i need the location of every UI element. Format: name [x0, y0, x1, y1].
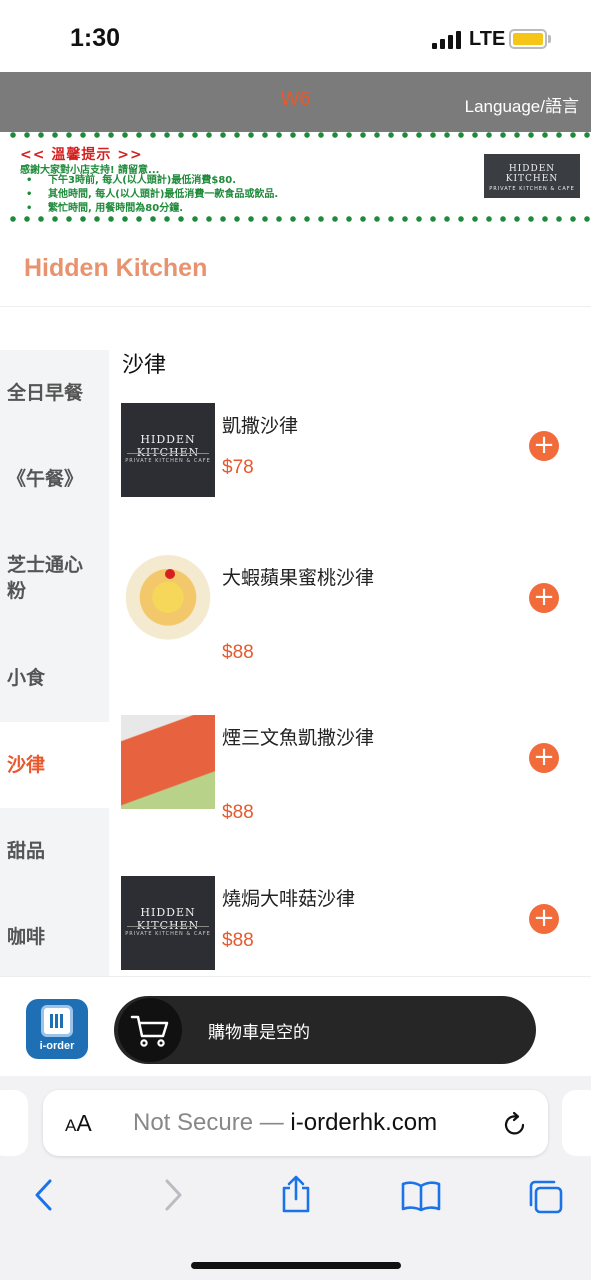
qr-icon [41, 1005, 73, 1037]
item-price: $88 [222, 802, 254, 823]
text-size-button[interactable]: AA [65, 1110, 92, 1137]
item-image[interactable]: HIDDEN KITCHEN PRIVATE KITCHEN & CAFE [121, 876, 215, 970]
cart-bar[interactable]: 購物車是空的 [114, 996, 536, 1064]
plus-icon: + [533, 903, 555, 933]
restaurant-name: Hidden Kitchen [24, 254, 208, 282]
cart-icon [130, 1015, 169, 1047]
divider [0, 306, 591, 307]
category-coffee[interactable]: 咖啡 [0, 924, 109, 950]
share-icon[interactable] [279, 1174, 313, 1214]
plus-icon: + [533, 742, 555, 772]
next-tab-preview[interactable] [562, 1090, 591, 1156]
notice-list: 下午3時前, 每人(以人頭計)最低消費$80. 其他時間, 每人(以人頭計)最低… [26, 174, 278, 216]
add-item-button[interactable]: + [529, 431, 559, 461]
previous-tab-preview[interactable] [0, 1090, 28, 1156]
url-text[interactable]: Not Secure — i-orderhk.com [133, 1109, 437, 1137]
category-mac-cheese[interactable]: 芝士通心粉 [0, 552, 100, 604]
item-name[interactable]: 燒焗大啡菇沙律 [222, 883, 382, 915]
item-price: $88 [222, 930, 254, 951]
network-type: LTE [469, 28, 506, 50]
item-image[interactable] [121, 555, 215, 649]
cart-button[interactable] [118, 998, 182, 1062]
tabs-icon[interactable] [527, 1179, 565, 1215]
add-item-button[interactable]: + [529, 904, 559, 934]
category-lunch[interactable]: 《午餐》 [0, 466, 109, 492]
plus-icon: + [533, 430, 555, 460]
item-price: $78 [222, 457, 254, 478]
cart-status-text: 購物車是空的 [208, 1023, 310, 1043]
address-bar[interactable]: AA Not Secure — i-orderhk.com [43, 1090, 548, 1156]
status-time: 1:30 [70, 24, 121, 52]
category-sidebar: 全日早餐 《午餐》 芝士通心粉 小食 沙律 甜品 咖啡 [0, 350, 109, 976]
banner-logo: HIDDEN KITCHEN PRIVATE KITCHEN & CAFE [484, 154, 580, 198]
notice-banner: << 溫馨提示 >> 感謝大家對小店支持! 請留意... 下午3時前, 每人(以… [6, 132, 591, 224]
back-icon[interactable] [32, 1178, 56, 1212]
forward-icon[interactable] [161, 1178, 185, 1212]
dotted-border [6, 132, 591, 138]
category-dessert[interactable]: 甜品 [0, 838, 109, 864]
item-price: $88 [222, 642, 254, 663]
notice-item: 下午3時前, 每人(以人頭計)最低消費$80. [26, 174, 278, 188]
status-bar: 1:30 LTE [0, 0, 591, 72]
battery-icon [509, 29, 547, 49]
bookmarks-icon[interactable] [401, 1180, 441, 1212]
plus-icon: + [533, 582, 555, 612]
notice-item: 其他時間, 每人(以人頭計)最低消費一款食品或飲品. [26, 188, 278, 202]
category-snacks[interactable]: 小食 [0, 665, 109, 691]
reload-icon[interactable] [501, 1110, 529, 1138]
item-name[interactable]: 煙三文魚凱撒沙律 [222, 722, 382, 754]
language-button[interactable]: Language/語言 [465, 92, 579, 117]
item-name[interactable]: 凱撒沙律 [222, 410, 382, 442]
browser-toolbar: AA Not Secure — i-orderhk.com [0, 1076, 591, 1280]
i-order-logo[interactable]: i-order [26, 999, 88, 1059]
item-image[interactable] [121, 715, 215, 809]
item-name[interactable]: 大蝦蘋果蜜桃沙律 [222, 562, 382, 594]
dotted-border [6, 216, 591, 222]
add-item-button[interactable]: + [529, 743, 559, 773]
item-image[interactable]: HIDDEN KITCHEN PRIVATE KITCHEN & CAFE [121, 403, 215, 497]
category-salad[interactable]: 沙律 [0, 722, 109, 808]
cart-area: i-order 購物車是空的 [0, 976, 591, 1076]
section-title: 沙律 [122, 353, 167, 378]
add-item-button[interactable]: + [529, 583, 559, 613]
signal-icon [432, 31, 462, 49]
app-header: W6 Language/語言 [0, 72, 591, 132]
home-indicator[interactable] [191, 1262, 401, 1269]
category-all-day-breakfast[interactable]: 全日早餐 [0, 380, 109, 406]
notice-item: 繁忙時間, 用餐時間為80分鐘. [26, 202, 278, 216]
